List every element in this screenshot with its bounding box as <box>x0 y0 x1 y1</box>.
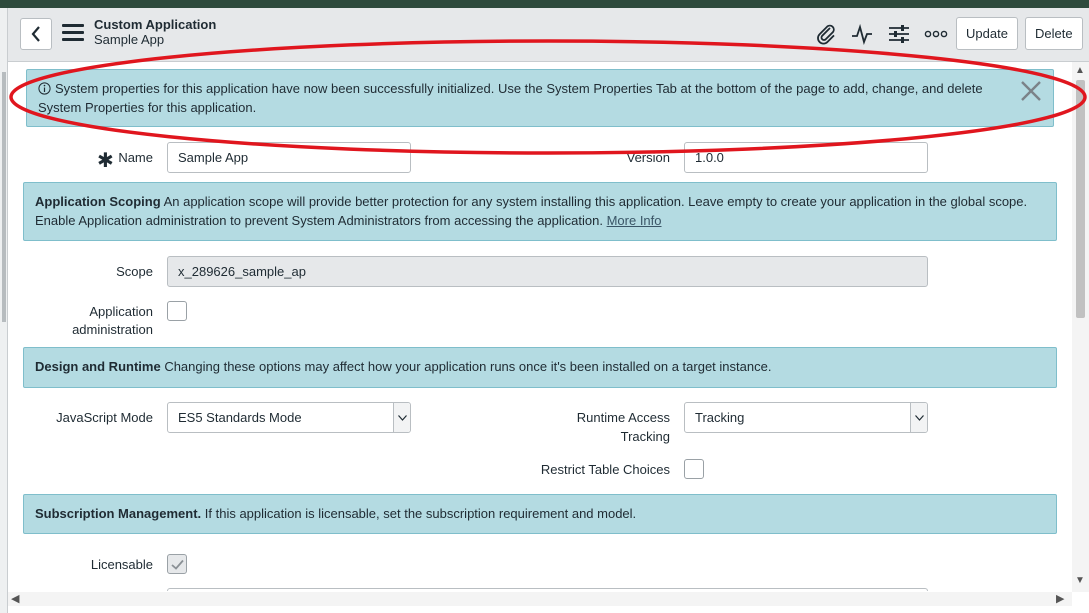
horizontal-scrollbar[interactable]: ◀ ▶ <box>8 592 1072 606</box>
js-mode-value: ES5 Standards Mode <box>178 410 302 425</box>
subscription-title: Subscription Management. <box>35 506 202 521</box>
chevron-down-icon[interactable] <box>910 403 927 432</box>
scoping-title: Application Scoping <box>35 194 161 209</box>
design-runtime-info: Design and Runtime Changing these option… <box>23 347 1057 388</box>
chevron-down-icon[interactable] <box>393 403 410 432</box>
licensable-checkbox <box>167 554 187 574</box>
scroll-down-icon[interactable]: ▼ <box>1075 575 1085 586</box>
runtime-tracking-value: Tracking <box>695 410 745 425</box>
page-title: Custom Application <box>94 17 217 32</box>
application-scoping-info: Application Scoping An application scope… <box>23 182 1057 241</box>
restrict-table-label: Restrict Table Choices <box>540 462 670 477</box>
page-subtitle: Sample App <box>94 32 165 47</box>
version-label: Version <box>626 150 670 165</box>
app-admin-label-line1: Application <box>89 304 153 319</box>
scroll-left-icon[interactable]: ◀ <box>11 592 19 605</box>
checkmark-icon <box>170 559 184 570</box>
scope-label: Scope <box>116 264 153 279</box>
left-frame-edge <box>0 8 8 613</box>
notification-text: System properties for this application h… <box>38 81 983 115</box>
restrict-table-checkbox[interactable] <box>684 459 704 479</box>
app-admin-checkbox[interactable] <box>167 301 187 321</box>
runtime-tracking-select[interactable]: Tracking <box>684 402 928 433</box>
top-border <box>0 0 1089 8</box>
close-icon[interactable] <box>1018 78 1044 104</box>
scrollbar-thumb[interactable] <box>1076 80 1085 318</box>
subscription-text: If this application is licensable, set t… <box>204 506 637 521</box>
runtime-label-line2: Tracking <box>620 429 670 444</box>
more-options-icon[interactable] <box>924 22 948 46</box>
name-label: Name <box>118 150 153 165</box>
update-button[interactable]: Update <box>956 17 1018 50</box>
app-admin-label-line2: administration <box>72 322 153 337</box>
name-field[interactable]: Sample App <box>167 142 411 173</box>
js-mode-select[interactable]: ES5 Standards Mode <box>167 402 411 433</box>
more-info-link[interactable]: More Info <box>607 213 662 228</box>
delete-button[interactable]: Delete <box>1025 17 1083 50</box>
form-header: Custom Application Sample App Update Del… <box>8 8 1089 62</box>
runtime-label-line1: Runtime Access <box>576 410 670 425</box>
info-circle-icon <box>38 82 51 95</box>
design-title: Design and Runtime <box>35 359 161 374</box>
scoping-text: An application scope will provide better… <box>35 194 1028 228</box>
paperclip-icon[interactable] <box>814 22 838 46</box>
chevron-left-icon <box>31 26 40 42</box>
scroll-right-icon[interactable]: ▶ <box>1056 592 1064 605</box>
js-mode-label: JavaScript Mode <box>56 410 153 425</box>
version-field[interactable]: 1.0.0 <box>684 142 928 173</box>
settings-sliders-icon[interactable] <box>887 22 911 46</box>
hamburger-menu-icon[interactable] <box>62 24 84 42</box>
info-notification: System properties for this application h… <box>26 69 1054 127</box>
vertical-scrollbar[interactable]: ▲ ▼ <box>1072 62 1089 592</box>
scope-field: x_289626_sample_ap <box>167 256 928 287</box>
design-text: Changing these options may affect how yo… <box>164 359 772 374</box>
next-field-edge <box>167 588 928 591</box>
header-title-block: Custom Application Sample App <box>94 17 216 47</box>
licensable-label: Licensable <box>90 557 153 572</box>
back-button[interactable] <box>20 18 52 50</box>
scroll-up-icon[interactable]: ▲ <box>1075 65 1085 76</box>
subscription-info: Subscription Management. If this applica… <box>23 494 1057 534</box>
left-frame-marker <box>2 72 6 322</box>
activity-icon[interactable] <box>850 22 874 46</box>
